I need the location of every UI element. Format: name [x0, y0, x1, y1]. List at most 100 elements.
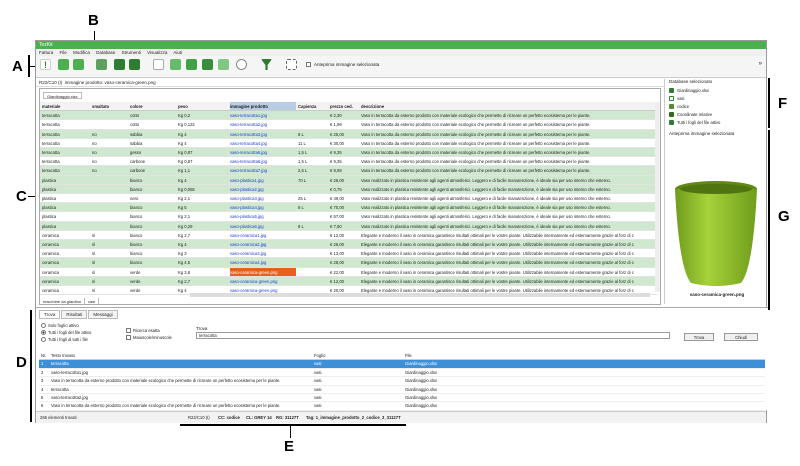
- pencil-icon[interactable]: [114, 59, 125, 70]
- cell[interactable]: vaso-ceramica2.jpg: [230, 240, 296, 248]
- result-row[interactable]: 5 vaso-terracotta2.jpg vasi Giardinaggio.xl…: [39, 394, 765, 403]
- cell[interactable]: vaso-plastica6.jpg: [230, 222, 296, 230]
- cell[interactable]: sì: [92, 277, 128, 285]
- cell[interactable]: Kg 4,5: [178, 258, 228, 266]
- cell[interactable]: 70 L: [298, 176, 328, 184]
- cell[interactable]: Kg 0,2: [178, 111, 228, 119]
- cell[interactable]: bianco: [130, 176, 176, 184]
- cell[interactable]: Vaso realizzato in plastica resistente a…: [361, 222, 658, 230]
- tab-risultati[interactable]: Risultati: [61, 310, 88, 319]
- cell[interactable]: vaso-plastica3.jpg: [230, 194, 296, 202]
- scope-file-sheets[interactable]: Tutti i fogli del file attivo: [41, 330, 91, 335]
- cell[interactable]: bianco: [130, 222, 176, 230]
- filter-icon[interactable]: [261, 59, 272, 70]
- cell[interactable]: vaso-terracotta7.jpg: [230, 166, 296, 174]
- option-exact[interactable]: Ricerca esatta: [126, 328, 160, 333]
- table-row[interactable]: terracotta no sabbia Kg 4 vaso-terracotta3.j…: [40, 129, 658, 139]
- scope-active-sheet[interactable]: Solo foglio attivo: [41, 323, 79, 328]
- table-row[interactable]: ceramica sì bianco Kg 2,7 vaso-ceramica1.jpg…: [40, 230, 658, 240]
- table-row[interactable]: plastica bianco Kg 5 vaso-plastica4.jpg 8 L €…: [40, 203, 658, 213]
- cell[interactable]: € 9,35: [330, 157, 360, 165]
- cell[interactable]: 1,5 L: [298, 148, 328, 156]
- cell[interactable]: terracotta: [42, 139, 90, 147]
- db-item-all-sheets[interactable]: Tutti i fogli del file attivo: [669, 120, 720, 125]
- cell[interactable]: plastica: [42, 222, 90, 230]
- cell[interactable]: Vaso in terracotta da esterno prodotto c…: [361, 130, 658, 138]
- horizontal-scrollbar[interactable]: [190, 293, 650, 297]
- cell[interactable]: bianco: [130, 258, 176, 266]
- table-row[interactable]: terracotta no carbone Kg 1,1 vaso-terracotta…: [40, 166, 658, 176]
- move-icon[interactable]: [186, 59, 197, 70]
- cell[interactable]: ceramica: [42, 258, 90, 266]
- cell[interactable]: gesso: [130, 148, 176, 156]
- cell[interactable]: € 9,35: [330, 148, 360, 156]
- cell[interactable]: € 12,00: [330, 231, 360, 239]
- cell[interactable]: verde: [130, 286, 176, 294]
- cell[interactable]: vaso-ceramica-green.png: [230, 277, 296, 285]
- table-row[interactable]: plastica bianco Kg 0,055 vaso-plastica2.jpg…: [40, 184, 658, 194]
- table-row[interactable]: ceramica sì bianco Kg 4 vaso-ceramica2.jpg € …: [40, 240, 658, 250]
- cell[interactable]: no: [92, 157, 128, 165]
- cell[interactable]: 8 L: [298, 130, 328, 138]
- vertical-scrollbar[interactable]: [655, 102, 660, 292]
- cell[interactable]: ceramica: [42, 286, 90, 294]
- result-row[interactable]: 4 terracotta vasi Giardinaggio.xlsx: [39, 386, 765, 394]
- cell[interactable]: bianco: [130, 249, 176, 257]
- cell[interactable]: € 57,00: [330, 212, 360, 220]
- exclamation-icon[interactable]: !: [40, 59, 51, 70]
- scope-all-files[interactable]: Tutti i fogli di tutti i file: [41, 337, 88, 342]
- cell[interactable]: no: [92, 148, 128, 156]
- cell[interactable]: terracotta: [42, 130, 90, 138]
- column-header[interactable]: Capienza: [298, 102, 328, 110]
- sheet-tab-vasi[interactable]: vasi: [85, 298, 100, 304]
- preview-checkbox[interactable]: Anteprima immagine selezionata: [306, 62, 379, 67]
- cell[interactable]: Elegante e moderno il vaso in ceramica g…: [361, 268, 658, 276]
- result-row[interactable]: 2 vaso-terracotta1.jpg vasi Giardinaggio.xl…: [39, 369, 765, 378]
- cell[interactable]: verde: [130, 277, 176, 285]
- cell[interactable]: bianco: [130, 212, 176, 220]
- db-item-coords[interactable]: Coordinate relative: [669, 112, 712, 117]
- cell[interactable]: Kg 5: [178, 203, 228, 211]
- cell[interactable]: sabbia: [130, 139, 176, 147]
- cell[interactable]: € 28,00: [330, 258, 360, 266]
- table-row[interactable]: plastica bianco Kg 0,29 vaso-plastica6.jpg 8…: [40, 221, 658, 231]
- option-case[interactable]: Maiuscole/minuscole: [126, 335, 172, 340]
- cell[interactable]: 8 L: [298, 203, 328, 211]
- cell[interactable]: Kg 0,29: [178, 222, 228, 230]
- cell[interactable]: € 25,00: [330, 130, 360, 138]
- close-button[interactable]: Chiudi: [724, 333, 758, 341]
- cell[interactable]: vaso-plastica4.jpg: [230, 203, 296, 211]
- tab-messaggi[interactable]: Messaggi: [88, 310, 118, 319]
- pencil-delete-icon[interactable]: [129, 59, 140, 70]
- table-row[interactable]: terracotta cotto Kg 0,122 vaso-terracotta2.…: [40, 120, 658, 130]
- cell[interactable]: sì: [92, 258, 128, 266]
- cell[interactable]: Vaso realizzato in plastica resistente a…: [361, 194, 658, 202]
- table-row[interactable]: terracotta no gesso Kg 0,87 vaso-terracotta5…: [40, 148, 658, 158]
- cell[interactable]: vaso-ceramica1.jpg: [230, 231, 296, 239]
- cell[interactable]: € 13,00: [330, 249, 360, 257]
- cell[interactable]: Vaso in terracotta da esterno prodotto c…: [361, 166, 658, 174]
- cell[interactable]: Kg 3,8: [178, 268, 228, 276]
- menu-visualizza[interactable]: Visualizza: [147, 50, 167, 55]
- radio-icon[interactable]: [41, 337, 46, 342]
- file-tab[interactable]: Giardinaggio.xlsx: [43, 92, 82, 99]
- table-row[interactable]: terracotta no carbone Kg 0,87 vaso-terracott…: [40, 157, 658, 167]
- table-row[interactable]: ceramica sì bianco Kg 3 vaso-ceramica3.jpg € …: [40, 249, 658, 259]
- add-db-icon[interactable]: [58, 59, 69, 70]
- cell[interactable]: Kg 2,1: [178, 194, 228, 202]
- cell[interactable]: plastica: [42, 194, 90, 202]
- cell[interactable]: carbone: [130, 157, 176, 165]
- menu-file[interactable]: File: [60, 50, 67, 55]
- cell[interactable]: ceramica: [42, 240, 90, 248]
- cell[interactable]: vaso-terracotta2.jpg: [230, 120, 296, 128]
- sheet-tab-macchine[interactable]: macchine da giardino: [40, 298, 86, 304]
- cell[interactable]: vaso-terracotta4.jpg: [230, 139, 296, 147]
- cell[interactable]: 8 L: [298, 222, 328, 230]
- find-input[interactable]: terracotta: [196, 332, 670, 339]
- cell[interactable]: bianco: [130, 203, 176, 211]
- cell[interactable]: € 26,00: [330, 176, 360, 184]
- cell[interactable]: plastica: [42, 176, 90, 184]
- cell[interactable]: Kg 3: [178, 249, 228, 257]
- checkbox-box[interactable]: [126, 335, 131, 340]
- cell[interactable]: Elegante e moderno il vaso in ceramica g…: [361, 249, 658, 257]
